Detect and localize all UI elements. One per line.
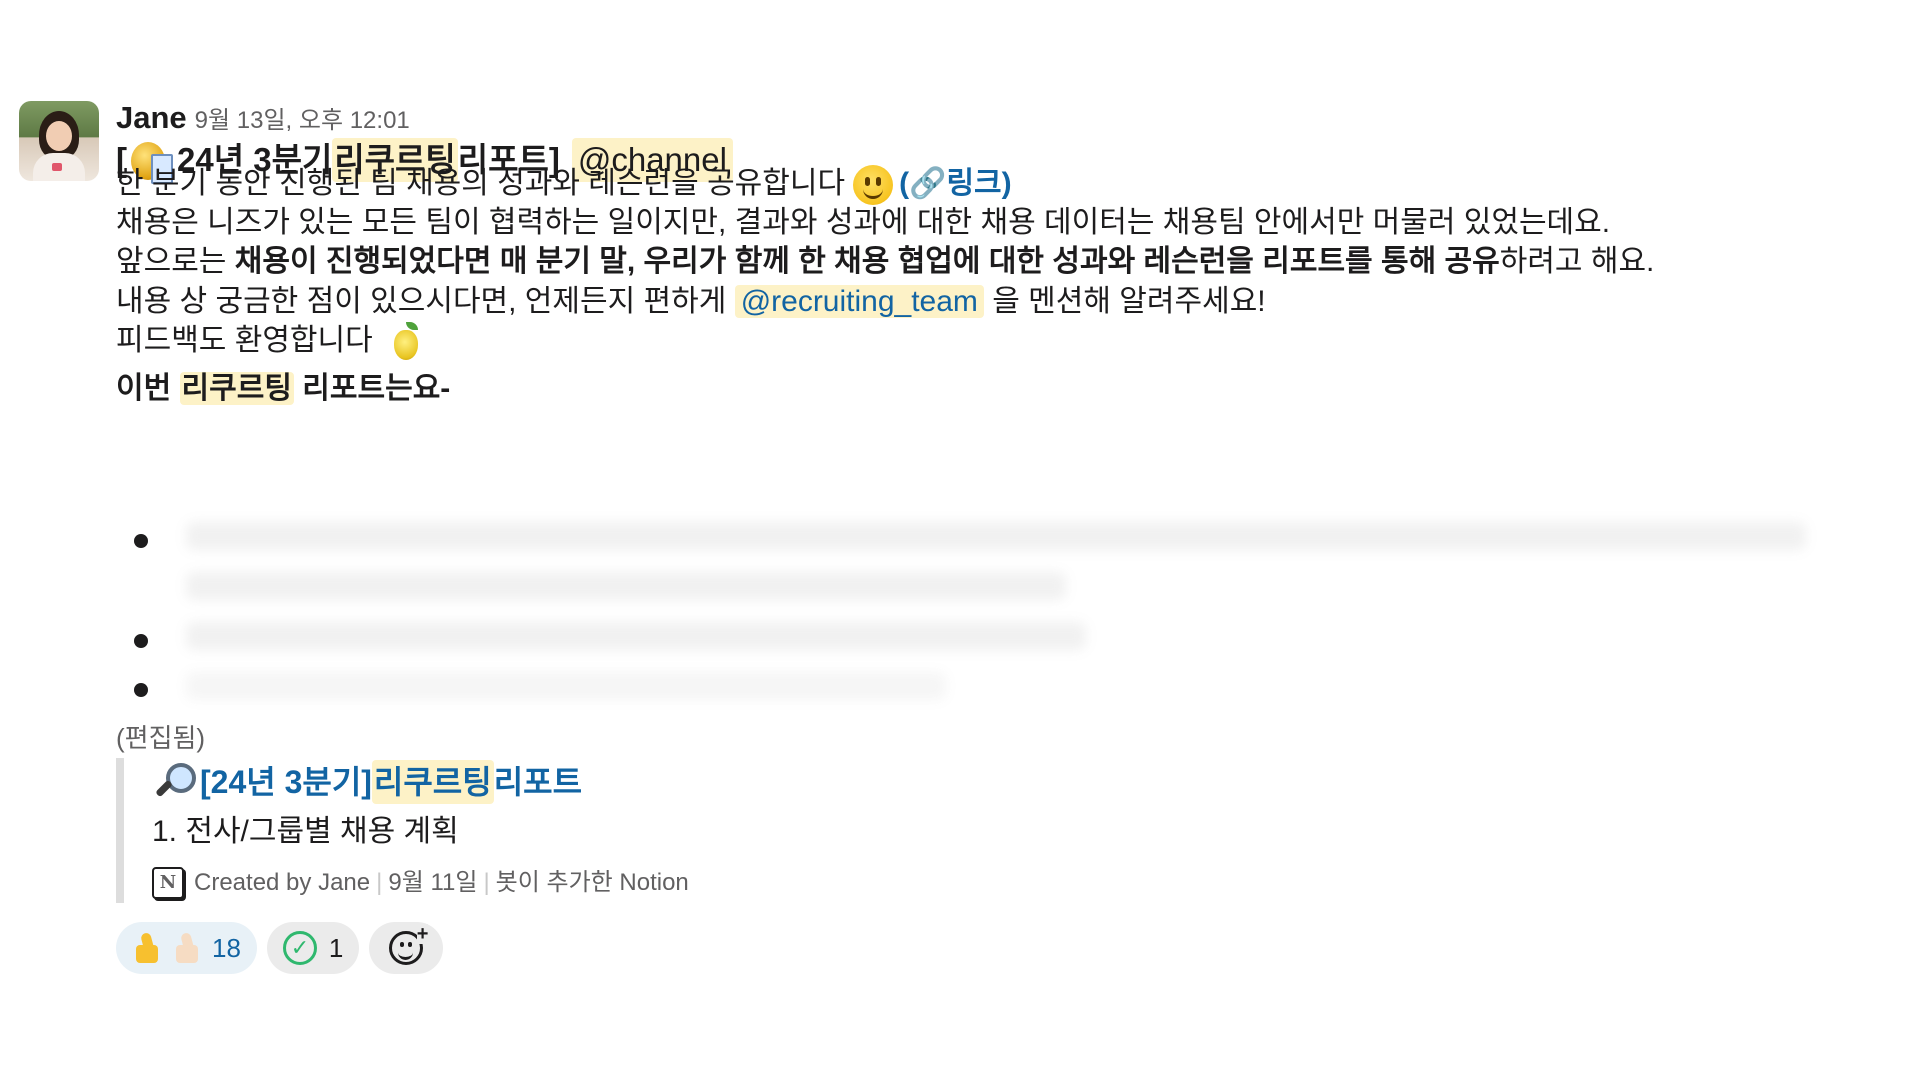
attachment-footer: N Created by Jane | 9월 11일 | 봇이 추가한 Noti… [152, 866, 689, 900]
check-circle-icon: ✓ [282, 931, 317, 965]
message-header: Jane 9월 13일, 오후 12:01 [116, 100, 410, 136]
reaction-count: 18 [212, 932, 241, 963]
body-line-1: 한 분기 동안 진행된 팀 채용의 성과와 레슨런을 공유합니다 (🔗링크) [116, 162, 1012, 206]
list-item-blurred [186, 572, 1066, 600]
message: Jane 9월 13일, 오후 12:01 [ 24년 3분기 리쿠르팅 리포트… [0, 0, 1920, 1080]
created-by: Created by Jane [194, 869, 371, 896]
link-icon: 🔗 [909, 167, 947, 200]
body-line-2: 채용은 니즈가 있는 모든 팀이 협력하는 일이지만, 결과와 성과에 대한 채… [116, 206, 1611, 239]
add-emoji-icon: + [389, 924, 429, 965]
edited-label: (편집됨) [116, 723, 206, 753]
body-line-3: 앞으로는 채용이 진행되었다면 매 분기 말, 우리가 함께 한 채용 협업에 … [116, 245, 1655, 278]
reaction-thumbs-up[interactable]: 18 [116, 922, 257, 974]
attachment-date: 9월 11일 [388, 869, 478, 896]
attachment-title[interactable]: [24년 3분기] 리쿠르팅 리포트 [152, 760, 582, 804]
magnifier-icon [152, 761, 196, 803]
attachment-source: 봇이 추가한 Notion [495, 869, 689, 896]
thumbs-up-icon [132, 931, 164, 965]
link[interactable]: (🔗링크) [899, 167, 1012, 200]
reactions: 18 ✓ 1 + [116, 922, 444, 974]
timestamp[interactable]: 9월 13일, 오후 12:01 [195, 100, 410, 135]
list-item-blurred [186, 672, 946, 700]
body-line-4: 내용 상 궁금한 점이 있으시다면, 언제든지 편하게 @recruiting_… [116, 285, 1266, 318]
thumbs-up-light-icon [172, 931, 204, 965]
list-bullet [134, 683, 148, 697]
bold-text: 채용이 진행되었다면 매 분기 말, 우리가 함께 한 채용 협업에 대한 성과… [234, 245, 1500, 278]
pear-icon [391, 322, 421, 362]
avatar[interactable] [19, 101, 99, 181]
reaction-check[interactable]: ✓ 1 [266, 922, 360, 974]
list-item-blurred [186, 622, 1086, 650]
reaction-count: 1 [328, 932, 344, 963]
sender-name[interactable]: Jane [116, 100, 187, 136]
smile-icon [853, 165, 894, 206]
attachment-subtitle: 1. 전사/그룹별 채용 계획 [152, 815, 459, 848]
section-heading: 이번 리쿠르팅 리포트는요- [116, 372, 451, 405]
notion-icon: N [152, 867, 184, 899]
list-bullet [134, 634, 148, 648]
add-reaction-button[interactable]: + [369, 922, 444, 974]
list-item-blurred [186, 522, 1806, 550]
team-mention[interactable]: @recruiting_team [734, 285, 984, 318]
body-line-5: 피드백도 환영합니다 [116, 319, 421, 363]
list-bullet [134, 534, 148, 548]
